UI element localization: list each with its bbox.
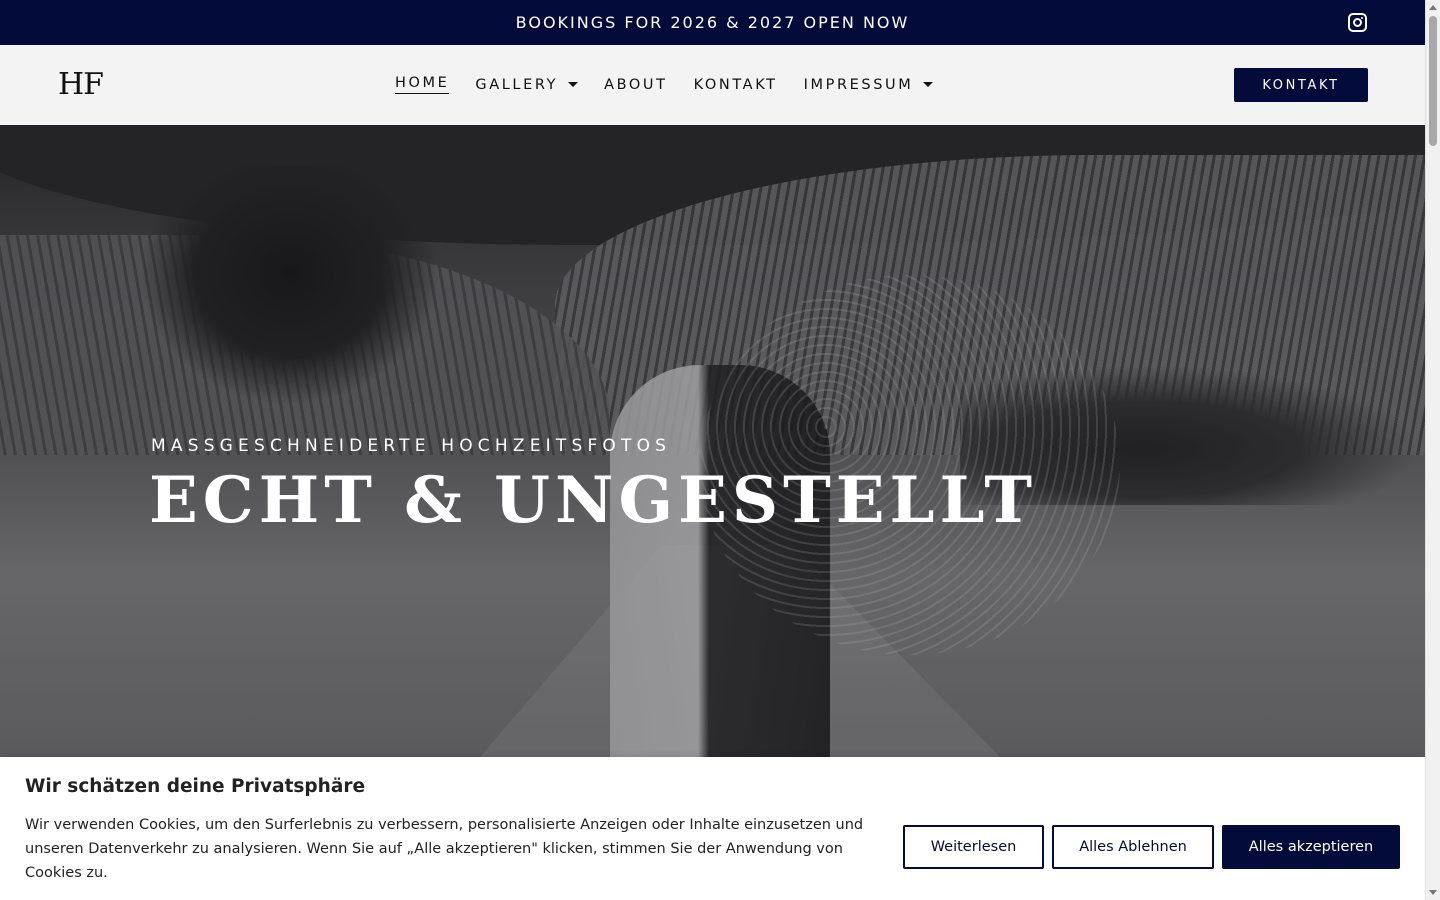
nav-item-label: GALLERY (475, 76, 559, 93)
deny-all-button[interactable]: Alles Ablehnen (1052, 825, 1214, 869)
cookie-banner: Wir schätzen deine Privatsphäre Wir verw… (0, 757, 1425, 900)
chevron-down-icon (923, 82, 934, 87)
nav-item-gallery[interactable]: GALLERY (475, 76, 579, 93)
nav-item-impressum[interactable]: IMPRESSUM (804, 77, 934, 93)
cookie-title: Wir schätzen deine Privatsphäre (25, 776, 365, 797)
announcement-bar: BOOKINGS FOR 2026 & 2027 OPEN NOW (0, 0, 1425, 45)
nav-item-kontakt[interactable]: KONTAKT (694, 77, 778, 93)
nav-item-label: KONTAKT (693, 76, 778, 93)
accept-all-button[interactable]: Alles akzeptieren (1222, 825, 1400, 869)
chevron-down-icon (568, 82, 579, 87)
site-header: HF HOME GALLERY ABOUT KONTAKT IMPRESSUM … (0, 45, 1425, 125)
announcement-text: BOOKINGS FOR 2026 & 2027 OPEN NOW (515, 13, 910, 32)
instagram-icon[interactable] (1348, 13, 1367, 32)
scroll-down-icon[interactable] (1429, 890, 1437, 895)
scroll-thumb[interactable] (1429, 16, 1437, 146)
logo[interactable]: HF (58, 67, 104, 102)
hero-section: MASSGESCHNEIDERTE HOCHZEITSFOTOS ECHT & … (0, 125, 1425, 757)
hero-title: ECHT & UNGESTELLT (149, 463, 1037, 538)
nav-item-label: ABOUT (604, 76, 668, 93)
nav-item-home[interactable]: HOME (395, 75, 450, 94)
kontakt-button[interactable]: KONTAKT (1234, 68, 1368, 102)
cookie-text: Wir verwenden Cookies, um den Surferlebn… (25, 817, 864, 881)
read-more-button[interactable]: Weiterlesen (903, 825, 1044, 869)
scroll-up-icon[interactable] (1429, 5, 1437, 10)
main-nav: HOME GALLERY ABOUT KONTAKT IMPRESSUM (395, 75, 959, 94)
hero-subtitle: MASSGESCHNEIDERTE HOCHZEITSFOTOS (151, 436, 672, 456)
nav-item-about[interactable]: ABOUT (604, 77, 668, 93)
scrollbar[interactable] (1425, 0, 1440, 900)
nav-item-label: HOME (395, 75, 450, 94)
nav-item-label: IMPRESSUM (803, 76, 914, 93)
